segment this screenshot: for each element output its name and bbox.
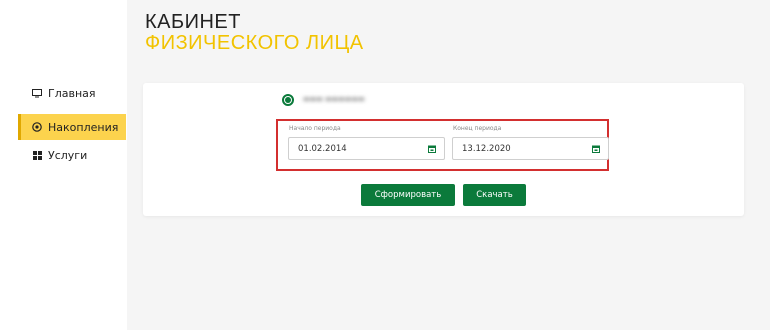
period-start-value: 01.02.2014 [298, 143, 347, 154]
page-title-line1: КАБИНЕТ [145, 11, 241, 33]
calendar-icon[interactable] [592, 145, 600, 153]
coins-icon [30, 122, 44, 132]
period-start-label: Начало периода [289, 125, 341, 132]
period-end-input[interactable]: 13.12.2020 [452, 137, 609, 160]
sidebar-item-label: Накопления [48, 120, 119, 134]
period-radio[interactable] [282, 94, 294, 106]
monitor-icon [30, 88, 44, 98]
period-end-value: 13.12.2020 [462, 143, 511, 154]
report-card: ▬▬▬ ▬▬▬▬▬▬ Начало периода 01.02.2014 Кон… [143, 83, 744, 216]
sidebar: Главная Накопления Услуги [18, 80, 126, 168]
period-end-label: Конец периода [453, 125, 502, 132]
page-title: КАБИНЕТ ФИЗИЧЕСКОГО ЛИЦА [145, 12, 364, 54]
radio-label-blurred: ▬▬▬ ▬▬▬▬▬▬ [303, 95, 365, 103]
generate-button[interactable]: Сформировать [361, 184, 455, 206]
grid-icon [30, 150, 44, 160]
sidebar-item-label: Услуги [48, 148, 88, 162]
sidebar-item-label: Главная [48, 86, 96, 100]
sidebar-item-savings[interactable]: Накопления [18, 114, 126, 140]
period-start-input[interactable]: 01.02.2014 [288, 137, 445, 160]
sidebar-item-services[interactable]: Услуги [18, 142, 126, 168]
sidebar-item-home[interactable]: Главная [18, 80, 126, 106]
page-title-line2: ФИЗИЧЕСКОГО ЛИЦА [145, 32, 364, 54]
radio-selected-dot [285, 97, 291, 103]
calendar-icon[interactable] [428, 145, 436, 153]
download-button[interactable]: Скачать [463, 184, 526, 206]
